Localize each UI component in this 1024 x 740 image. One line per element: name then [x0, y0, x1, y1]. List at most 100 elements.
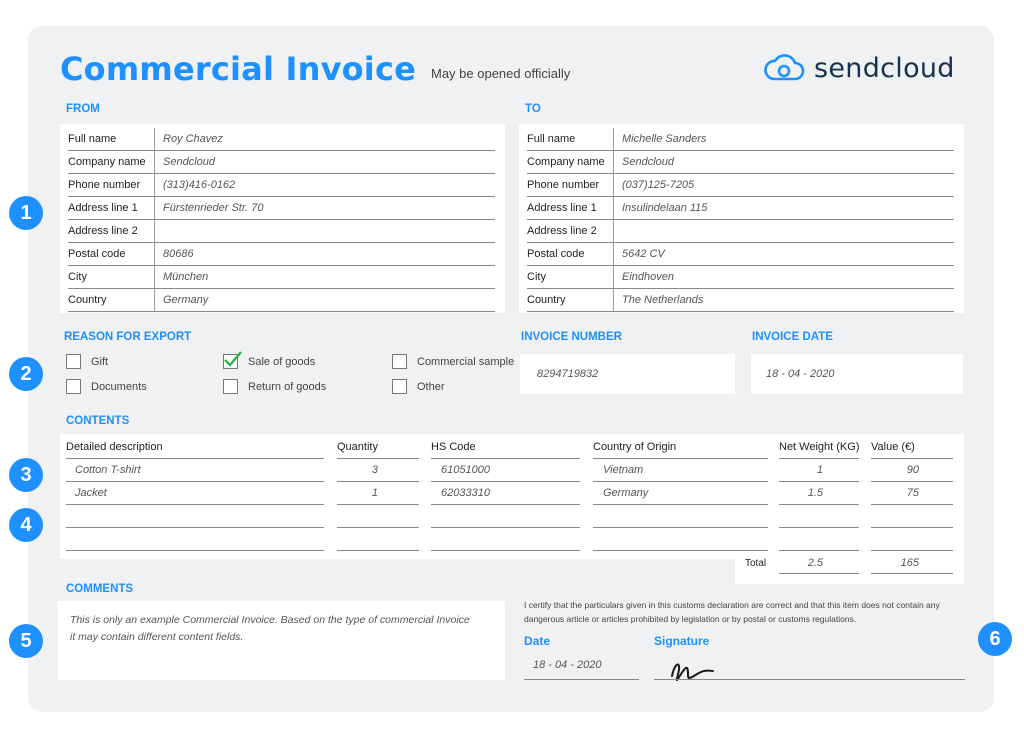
field-separator	[613, 288, 614, 312]
reason-option[interactable]: Sale of goods	[223, 351, 315, 369]
table-cell[interactable]: 1.5	[779, 487, 823, 499]
total-value: 165	[900, 557, 919, 569]
table-cell[interactable]: Jacket	[75, 487, 107, 499]
field-separator	[154, 265, 155, 289]
table-cell[interactable]: 90	[871, 464, 919, 476]
field-separator	[613, 150, 614, 174]
to-field-label: Phone number	[527, 179, 600, 191]
table-rule	[871, 504, 953, 505]
checkbox[interactable]	[66, 354, 81, 369]
checkbox[interactable]	[223, 379, 238, 394]
field-separator	[613, 196, 614, 220]
to-field-value[interactable]: Michelle Sanders	[622, 133, 706, 145]
table-rule	[66, 527, 324, 528]
table-rule	[593, 481, 768, 482]
to-field-row: Postal code 5642 CV	[527, 242, 954, 266]
table-rule	[779, 550, 859, 551]
from-field-value[interactable]: Fürstenrieder Str. 70	[163, 202, 263, 214]
reason-option[interactable]: Other	[392, 379, 445, 394]
to-field-row: Phone number (037)125-7205	[527, 173, 954, 197]
table-rule	[779, 458, 859, 459]
date-label: Date	[524, 634, 551, 648]
from-field-value[interactable]: Sendcloud	[163, 156, 215, 168]
table-rule	[871, 550, 953, 551]
from-field-value[interactable]: Germany	[163, 294, 208, 306]
table-rule	[66, 458, 324, 459]
table-cell[interactable]: Vietnam	[603, 464, 643, 476]
table-rule	[431, 481, 580, 482]
field-separator	[613, 265, 614, 289]
table-rule	[431, 527, 580, 528]
reason-option[interactable]: Return of goods	[223, 379, 326, 394]
reason-option-label: Gift	[91, 355, 109, 368]
table-cell[interactable]: Cotton T-shirt	[75, 464, 141, 476]
signature-line	[654, 679, 965, 680]
step-badge-3: 3	[9, 458, 43, 492]
table-rule	[593, 504, 768, 505]
reason-option[interactable]: Gift	[66, 354, 108, 369]
from-field-row: Country Germany	[68, 288, 495, 312]
from-field-label: Phone number	[68, 179, 141, 191]
reason-option[interactable]: Commercial sample	[392, 354, 514, 369]
brand-name: sendcloud	[814, 52, 955, 84]
checkbox[interactable]	[392, 354, 407, 369]
to-heading: TO	[525, 103, 541, 115]
from-field-row: Full name Roy Chavez	[68, 127, 495, 151]
table-cell[interactable]: Germany	[603, 487, 648, 499]
from-field-value[interactable]: (313)416-0162	[163, 179, 235, 191]
from-field-row: Phone number (313)416-0162	[68, 173, 495, 197]
to-field-value[interactable]: Eindhoven	[622, 271, 674, 283]
to-field-value[interactable]: 5642 CV	[622, 248, 665, 260]
table-cell[interactable]: 3	[337, 464, 378, 476]
table-rule	[66, 550, 324, 551]
column-header: Value (€)	[871, 441, 915, 453]
field-separator	[154, 288, 155, 312]
field-separator	[613, 173, 614, 197]
table-rule	[337, 458, 419, 459]
checkbox[interactable]	[223, 351, 242, 369]
to-field-value[interactable]: The Netherlands	[622, 294, 703, 306]
field-separator	[154, 173, 155, 197]
to-field-row: Country The Netherlands	[527, 288, 954, 312]
certification-date: 18 - 04 - 2020	[533, 659, 602, 671]
from-field-row: Postal code 80686	[68, 242, 495, 266]
to-field-value[interactable]: (037)125-7205	[622, 179, 694, 191]
contents-heading: CONTENTS	[66, 415, 130, 427]
step-badge-6: 6	[978, 622, 1012, 656]
table-cell[interactable]: 62033310	[441, 487, 490, 499]
reason-option[interactable]: Documents	[66, 379, 147, 394]
total-label: Total	[745, 558, 767, 569]
table-cell[interactable]: 61051000	[441, 464, 490, 476]
table-cell[interactable]: 1	[779, 464, 823, 476]
to-field-value[interactable]: Sendcloud	[622, 156, 674, 168]
invoice-number-heading: INVOICE NUMBER	[521, 331, 622, 343]
to-field-label: Address line 2	[527, 225, 597, 237]
checkbox[interactable]	[392, 379, 407, 394]
to-field-value[interactable]: Insulindelaan 115	[622, 202, 707, 214]
checkmark-icon	[224, 351, 242, 367]
to-field-row: Company name Sendcloud	[527, 150, 954, 174]
reason-option-label: Documents	[91, 380, 147, 393]
table-rule	[871, 527, 953, 528]
to-address-box: Full name Michelle Sanders Company name Sen…	[519, 124, 964, 313]
column-header: Detailed description	[66, 441, 163, 453]
from-field-value[interactable]: 80686	[163, 248, 194, 260]
table-rule	[871, 573, 953, 574]
table-cell[interactable]: 1	[337, 487, 378, 499]
table-rule	[779, 481, 859, 482]
checkbox[interactable]	[66, 379, 81, 394]
from-field-value[interactable]: München	[163, 271, 208, 283]
comments-text: This is only an example Commercial Invoi…	[70, 614, 470, 643]
from-field-label: Address line 2	[68, 225, 138, 237]
table-rule	[431, 504, 580, 505]
step-badge-4: 4	[9, 508, 43, 542]
step-badge-2: 2	[9, 357, 43, 391]
from-field-row: Address line 2	[68, 219, 495, 243]
table-cell[interactable]: 75	[871, 487, 919, 499]
to-field-row: City Eindhoven	[527, 265, 954, 289]
table-rule	[337, 550, 419, 551]
column-header: Net Weight (KG)	[779, 441, 860, 453]
from-field-value[interactable]: Roy Chavez	[163, 133, 223, 145]
table-rule	[779, 527, 859, 528]
from-field-label: Address line 1	[68, 202, 138, 214]
